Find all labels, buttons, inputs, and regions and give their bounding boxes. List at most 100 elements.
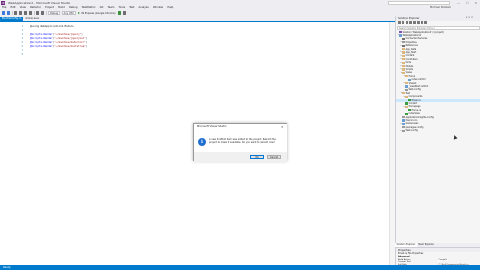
toolbar-separator [46,11,47,15]
ref-icon [402,37,405,40]
sln-icon [399,31,402,34]
save-all-icon[interactable] [29,11,33,15]
back-icon[interactable] [398,21,401,25]
platform-dropdown[interactable]: Any CPU [61,11,76,15]
menu-item-file[interactable]: File [2,6,6,9]
ok-button[interactable]: OK [250,154,264,159]
menu-item-build[interactable]: Build [58,6,65,9]
code-text: ) [81,32,83,36]
status-bar: Ready [0,265,480,270]
redo-icon[interactable] [41,11,45,15]
info-icon: i [198,137,206,146]
menu-item-help[interactable]: Help [167,6,173,9]
file-icon [405,85,408,88]
status-text: Ready [3,266,11,269]
menu-item-analyze[interactable]: Analyze [139,6,149,9]
menu-item-tools[interactable]: Tools [119,6,125,9]
cancel-button[interactable]: Cancel [267,154,281,159]
close-icon[interactable]: ✕ [475,1,478,5]
folder-icon [402,51,405,54]
show-all-files-icon[interactable] [416,21,420,25]
cfg-icon [402,116,405,119]
cfg-icon [402,41,405,44]
code-line: @using WebApplication2.Models [30,25,74,28]
back-icon[interactable] [2,11,6,15]
refresh-icon[interactable] [420,21,424,25]
folder-icon [402,61,405,64]
code-text: @using WebApplication2.Models [30,24,74,28]
run-button[interactable]: IIS Express (Google Chrome) [77,11,116,15]
tree-item-label: Web.config [405,129,418,133]
line-number: 8 [21,52,23,56]
cs-icon [408,109,411,112]
user-name[interactable]: Michael Shellem [430,6,451,9]
solution-explorer-panel: Solution Explorer ▾ ⊐ ✕ Search Solution … [395,16,480,243]
play-icon [78,12,81,14]
browser-link-icon[interactable] [123,11,127,15]
rebuild-dialog: Microsoft Visual Studio ✕ i A new Scaffo… [193,123,287,162]
code-line: @Scripts.Render("~/bundles/jquery") [30,33,83,36]
code-string: "~/bundles/jqueryval" [54,36,86,40]
cs-icon [405,112,408,115]
menu-item-debug[interactable]: Debug [69,6,78,9]
toolbar-separator [34,11,35,15]
home-icon[interactable] [405,21,409,25]
save-icon[interactable] [24,11,28,15]
menu-item-git[interactable]: Git [100,6,104,9]
sync-icon[interactable] [409,21,412,25]
refresh-icon[interactable] [118,11,122,15]
line-number-gutter [0,21,28,265]
dialog-close-icon[interactable]: ✕ [281,125,284,129]
folder-icon [405,105,408,108]
run-button-label: IIS Express (Google Chrome) [81,11,116,15]
code-text: ) [85,40,88,44]
file-icon [402,119,405,122]
folder-icon [402,48,405,51]
window-title: WebApplication2 - Microsoft Visual Studi… [8,0,71,5]
folder-icon [402,68,405,71]
code-text: ) [85,44,88,48]
menu-item-refactor[interactable]: Refactor [30,6,41,9]
maximize-icon[interactable]: ☐ [466,1,469,5]
solution-explorer-toolbar [396,21,480,26]
configuration-dropdown[interactable]: Debug [48,11,61,15]
forward-icon[interactable] [6,11,11,15]
collapse-all-icon[interactable] [413,21,416,25]
minimize-icon[interactable]: — [457,1,460,5]
forward-icon[interactable] [401,21,405,25]
line-number: 3 [21,32,23,36]
menu-item-window[interactable]: Window [153,6,163,9]
open-file-icon[interactable] [19,11,23,15]
file-icon [399,34,402,37]
file-icon [408,78,411,81]
visual-studio-logo-icon [1,0,5,5]
menu-item-test[interactable]: Test [129,6,134,9]
cfg-icon [402,129,405,132]
folder-icon [405,82,408,85]
folder-icon [402,92,405,95]
menu-item-webmatrix[interactable]: WebMatrix [82,6,96,9]
folder-icon [402,65,405,68]
tree-item[interactable]: ▸ Web.config [396,129,480,132]
quick-launch-input[interactable] [388,0,450,5]
properties-section[interactable]: Advanced [398,256,480,258]
folder-icon [405,75,408,78]
new-project-icon[interactable] [14,11,18,15]
properties-title: Properties [398,248,411,252]
folder-icon [402,54,405,57]
file-icon [402,122,405,125]
undo-icon[interactable] [36,11,40,15]
panel-pin-icon[interactable]: ▾ ⊐ ✕ [466,16,473,19]
menu-item-edit[interactable]: Edit [11,6,16,9]
properties-icon[interactable] [424,21,428,25]
menu-item-project[interactable]: Project [45,6,54,9]
cfg-icon [405,88,408,91]
menu-item-team[interactable]: Team [108,6,115,9]
line-number: 7 [21,48,23,52]
menu-item-view[interactable]: View [20,6,26,9]
code-keyword: @Scripts.Render [30,32,53,36]
dialog-message: A new Scaffold item was added to the pro… [209,137,276,144]
code-keyword: @Scripts.Render [30,40,53,44]
solution-search-input[interactable]: Search Solution Explorer (Ctrl+;) [397,25,480,30]
line-number: 4 [21,36,23,40]
